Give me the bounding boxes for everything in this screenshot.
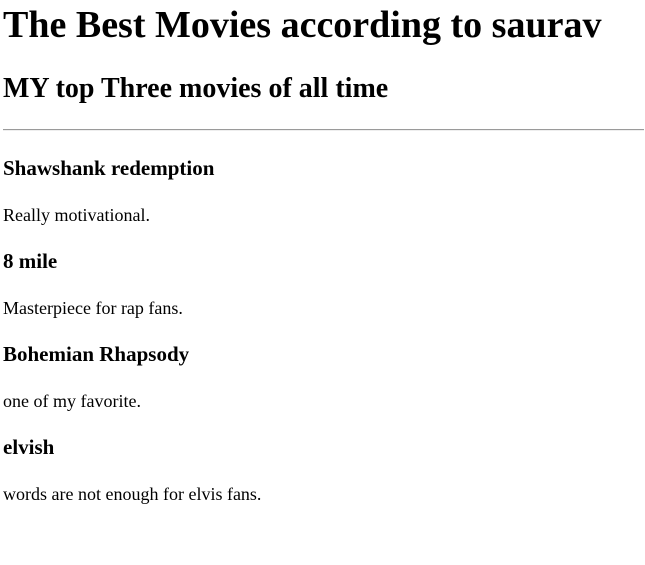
divider xyxy=(3,129,644,131)
movie-title: Shawshank redemption xyxy=(3,156,215,180)
movie-comment: Masterpiece for rap fans. xyxy=(3,298,183,318)
movie-entry: Shawshank redemption Really motivational… xyxy=(3,156,645,226)
movie-comment: Really motivational. xyxy=(3,205,150,225)
page-subtitle: MY top Three movies of all time xyxy=(3,73,389,104)
movie-entry: elvish words are not enough for elvis fa… xyxy=(3,435,645,505)
movie-title: elvish xyxy=(3,435,55,459)
movie-entry: 8 mile Masterpiece for rap fans. xyxy=(3,249,645,319)
movie-entry: Bohemian Rhapsody one of my favorite. xyxy=(3,342,645,412)
movie-comment: words are not enough for elvis fans. xyxy=(3,484,262,504)
movie-title: 8 mile xyxy=(3,249,58,273)
movie-title: Bohemian Rhapsody xyxy=(3,342,190,366)
movie-comment: one of my favorite. xyxy=(3,391,141,411)
page: The Best Movies according to saurav MY t… xyxy=(0,0,645,505)
page-title: The Best Movies according to saurav xyxy=(3,4,602,46)
